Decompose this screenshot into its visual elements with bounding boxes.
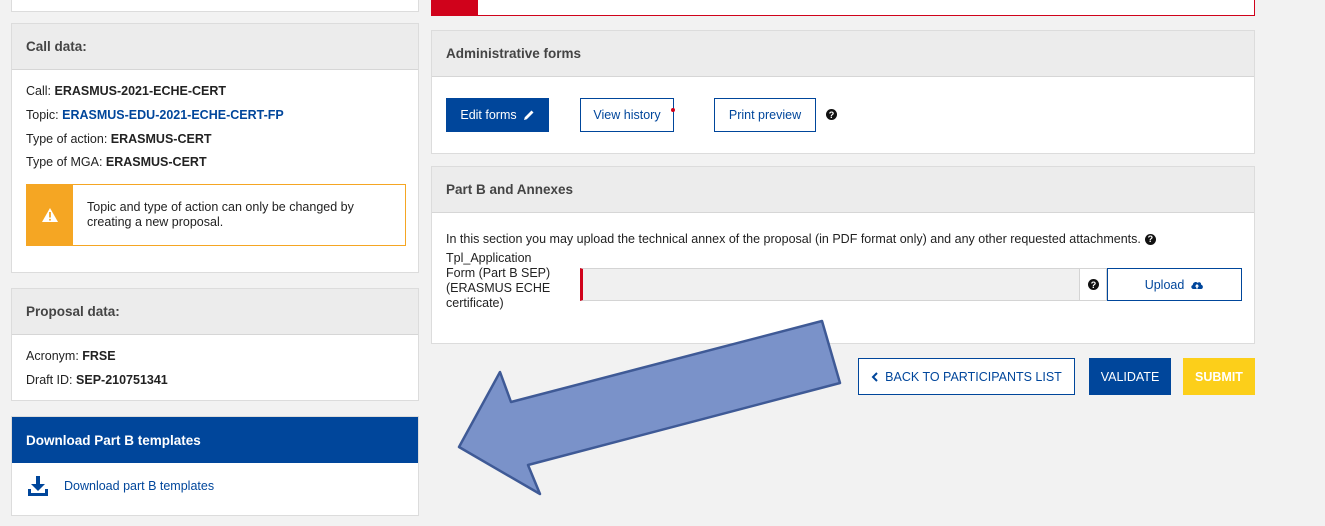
print-preview-button[interactable]: Print preview — [714, 98, 816, 132]
admin-forms-header: Administrative forms — [432, 31, 1254, 77]
call-data-panel: Call data: Call: ERASMUS-2021-ECHE-CERT … — [11, 23, 419, 273]
help-icon[interactable]: ? — [1144, 233, 1156, 245]
error-marker — [432, 0, 478, 15]
acronym-value: FRSE — [82, 349, 116, 363]
proposal-data-title: Proposal data: — [26, 304, 120, 319]
topic-row: Topic: ERASMUS-EDU-2021-ECHE-CERT-FP — [26, 108, 284, 122]
admin-forms-title: Administrative forms — [446, 46, 582, 61]
acronym-row: Acronym: FRSE — [26, 349, 116, 363]
help-icon[interactable]: ? — [826, 109, 837, 120]
download-title: Download Part B templates — [26, 432, 201, 448]
edit-forms-button[interactable]: Edit forms — [446, 98, 549, 132]
part-b-title: Part B and Annexes — [446, 182, 574, 197]
part-b-panel: Part B and Annexes In this section you m… — [431, 166, 1255, 344]
submit-button[interactable]: SUBMIT — [1183, 358, 1255, 395]
arrow-shape — [457, 319, 842, 496]
upload-button[interactable]: Upload — [1107, 268, 1242, 301]
help-icon[interactable]: ? — [1088, 279, 1099, 290]
call-value: ERASMUS-2021-ECHE-CERT — [54, 84, 227, 98]
download-link-row[interactable]: Download part B templates — [26, 475, 214, 497]
warning-icon-box — [27, 185, 73, 245]
download-icon — [28, 476, 48, 496]
back-to-participants-button[interactable]: BACK TO PARTICIPANTS LIST — [858, 358, 1075, 395]
proposal-data-header: Proposal data: — [12, 289, 418, 335]
download-panel: Download Part B templates Download part … — [11, 416, 419, 516]
mga-row: Type of MGA: ERASMUS-CERT — [26, 155, 207, 169]
cloud-upload-icon — [1191, 281, 1204, 289]
history-dot-indicator — [671, 108, 675, 112]
top-panel-fragment — [11, 0, 419, 12]
proposal-data-panel: Proposal data: Acronym: FRSE Draft ID: S… — [11, 288, 419, 401]
part-b-description: In this section you may upload the techn… — [446, 232, 1156, 246]
pencil-icon — [523, 110, 534, 120]
warning-icon — [42, 208, 58, 222]
topic-link[interactable]: ERASMUS-EDU-2021-ECHE-CERT-FP — [62, 108, 284, 122]
warning-box: Topic and type of action can only be cha… — [26, 184, 406, 246]
file-label: Tpl_Application Form (Part B SEP) (ERASM… — [446, 251, 551, 310]
warning-text: Topic and type of action can only be cha… — [87, 200, 354, 229]
action-row: Type of action: ERASMUS-CERT — [26, 132, 212, 146]
call-data-header: Call data: — [12, 24, 418, 70]
file-help-cell: ? — [1079, 268, 1107, 301]
mga-value: ERASMUS-CERT — [105, 155, 207, 169]
draft-id-row: Draft ID: SEP-210751341 — [26, 373, 168, 387]
validate-button[interactable]: VALIDATE — [1089, 358, 1171, 395]
chevron-left-icon — [871, 371, 878, 382]
download-templates-link[interactable]: Download part B templates — [64, 479, 214, 493]
download-header: Download Part B templates — [12, 417, 418, 463]
part-b-header: Part B and Annexes — [432, 167, 1254, 213]
file-upload-field[interactable] — [580, 268, 1107, 301]
call-data-title: Call data: — [26, 39, 87, 54]
admin-forms-panel: Administrative forms Edit forms View his… — [431, 30, 1255, 154]
action-value: ERASMUS-CERT — [110, 132, 212, 146]
call-row: Call: ERASMUS-2021-ECHE-CERT — [26, 84, 227, 98]
top-error-fragment — [431, 0, 1255, 16]
view-history-button[interactable]: View history — [580, 98, 675, 132]
draft-id-value: SEP-210751341 — [76, 373, 168, 387]
